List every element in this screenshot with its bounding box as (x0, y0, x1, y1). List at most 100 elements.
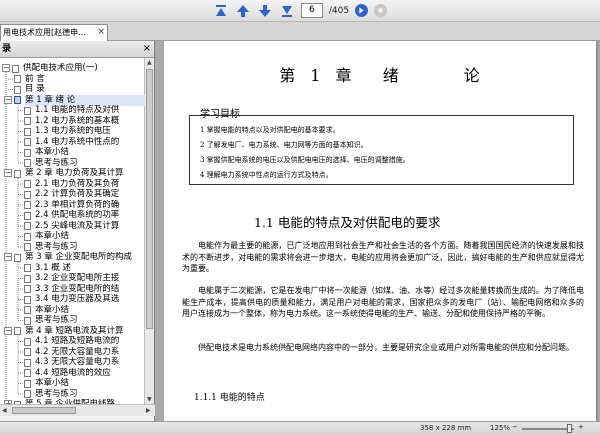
bookmark-icon (24, 180, 31, 188)
last-page-icon[interactable] (279, 3, 295, 19)
document-viewport[interactable]: 第 1 章 绪 论 学习目标 1 掌握电能的特点以及对供配电的基本要求。 2 了… (156, 41, 600, 421)
status-bar: 358 x 228 mm 125% − + (0, 421, 600, 434)
bookmark-item[interactable]: 思考与练习 (35, 315, 145, 326)
bookmark-item[interactable]: 2.2 计算负荷及其确定 (35, 189, 145, 200)
first-page-icon[interactable] (213, 3, 229, 19)
close-tab-icon[interactable]: × (97, 25, 105, 40)
bookmark-item[interactable]: 2.5 尖峰电流及其计算 (35, 221, 145, 232)
bookmark-item[interactable]: 前 言 (25, 74, 145, 85)
document-tab-strip: 用电技术应用[赵德申... × (0, 22, 600, 41)
bookmark-icon (24, 222, 31, 230)
bookmark-item[interactable]: 供配电技术应用(一) (23, 63, 145, 74)
scroll-up-icon[interactable]: ▲ (147, 59, 152, 66)
scroll-right-icon[interactable]: ▶ (146, 407, 151, 414)
bookmark-item[interactable]: 3.3 企业变配电所的结 (35, 284, 145, 295)
scroll-down-icon[interactable]: ▼ (147, 396, 152, 403)
bookmark-item[interactable]: 4.4 短路电流的效应 (35, 368, 145, 379)
bookmark-icon (14, 85, 21, 94)
bookmark-item[interactable]: 3.1 概 述 (35, 263, 145, 274)
horizontal-scrollbar[interactable]: ◀ ▶ (0, 404, 155, 416)
bookmark-icon (24, 106, 31, 115)
bookmark-item[interactable]: 本章小结 (35, 231, 145, 242)
bookmark-item[interactable]: 4.1 短路及短路电流的 (35, 336, 145, 347)
chapter-title: 第 1 章 绪 论 (279, 66, 481, 85)
bookmark-icon (24, 337, 31, 346)
bookmark-icon (24, 306, 31, 314)
tree-expander-icon[interactable]: − (4, 169, 12, 177)
bookmark-icon (24, 117, 31, 125)
bookmark-item[interactable]: 目 录 (25, 84, 145, 95)
go-back-icon[interactable] (374, 4, 388, 17)
bookmark-icon (24, 190, 31, 199)
bookmark-item[interactable]: 本章小结 (35, 305, 145, 316)
bookmark-item[interactable]: 1.4 电力系统中性点的 (35, 137, 145, 148)
bookmark-item[interactable]: 本章小结 (35, 378, 145, 389)
bookmarks-panel-header: 录 × (0, 41, 154, 58)
bookmark-icon (24, 379, 31, 388)
bookmark-icon (24, 358, 31, 367)
bookmark-item[interactable]: 第 1 章 绪 论 (25, 94, 145, 106)
next-page-icon[interactable] (257, 3, 273, 19)
document-page: 第 1 章 绪 论 学习目标 1 掌握电能的特点以及对供配电的基本要求。 2 了… (164, 41, 596, 421)
bookmark-icon (24, 285, 31, 293)
tree-expander-icon[interactable]: − (4, 253, 12, 261)
bookmark-item[interactable]: 思考与练习 (35, 158, 145, 169)
bookmark-icon (24, 390, 31, 398)
bookmark-item[interactable]: 1.1 电能的特点及对供 (35, 105, 145, 116)
document-tab[interactable]: 用电技术应用[赵德申... × (0, 24, 108, 41)
bookmark-icon (24, 148, 31, 157)
scroll-left-icon[interactable]: ◀ (2, 407, 7, 414)
bookmark-icon (24, 138, 31, 146)
learning-objectives-box: 1 掌握电能的特点以及对供配电的基本要求。 2 了解发电厂、电力系统、电力网等方… (189, 115, 574, 185)
body-paragraph: 电能属于二次能源，它是在发电厂中将一次能源（如煤、油、水等）经过多次能量转换而生… (182, 286, 584, 318)
page-total-label: /405 (328, 5, 350, 16)
bookmark-item[interactable]: 第 4 章 短路电流及其计算 (25, 326, 145, 337)
bookmark-icon (24, 159, 31, 167)
objective-item: 2 了解发电厂、电力系统、电力网等方面的基本知识。 (200, 141, 368, 149)
bookmark-icon (24, 316, 31, 325)
section-heading: 1.1 电能的特点及对供配电的要求 (254, 215, 441, 230)
tree-expander-icon[interactable]: − (4, 95, 12, 104)
page-size-readout: 358 x 228 mm (420, 424, 472, 432)
bookmark-icon (24, 369, 31, 377)
bookmarks-panel-title: 录 (2, 44, 12, 54)
bookmarks-panel: 录 × ▲ ▼ − 供配电技术应用(一) 前 言目 录 − 第 1 章 绪 论 1.1 电… (0, 41, 155, 421)
bookmark-item[interactable]: 2.1 电力负荷及其负荷 (35, 179, 145, 190)
bookmark-item[interactable]: 1.2 电力系统的基本概 (35, 116, 145, 127)
zoom-in-icon[interactable]: + (578, 423, 584, 431)
bookmark-item[interactable]: 4.2 无限大容量电力系 (35, 347, 145, 358)
navigation-toolbar: 6 /405 (0, 0, 600, 22)
bookmark-item[interactable]: 1.3 电力系统的电压 (35, 126, 145, 137)
zoom-slider-knob[interactable] (567, 424, 572, 433)
bookmark-item[interactable]: 思考与练习 (35, 242, 145, 253)
previous-page-icon[interactable] (235, 3, 251, 19)
tree-expander-icon[interactable]: − (2, 64, 10, 72)
vertical-scrollbar[interactable]: ▲ ▼ (144, 58, 154, 404)
bookmark-icon (24, 295, 31, 304)
horizontal-scroll-thumb[interactable] (12, 407, 76, 414)
bookmark-icon (24, 127, 31, 136)
go-forward-icon[interactable] (355, 4, 369, 17)
zoom-out-icon[interactable]: − (512, 423, 518, 431)
bookmark-item[interactable]: 2.4 供配电系统的功率 (35, 210, 145, 221)
bookmark-item[interactable]: 2.3 单相计算负荷的确 (35, 200, 145, 211)
tree-expander-icon[interactable]: − (4, 326, 12, 335)
bookmark-icon (24, 232, 31, 241)
bookmark-item[interactable]: 第 2 章 电力负荷及其计算 (25, 168, 145, 179)
bookmark-item[interactable]: 本章小结 (35, 147, 145, 158)
vertical-scroll-thumb[interactable] (146, 69, 153, 329)
bookmark-item[interactable]: 3.4 电力变压器及其选 (35, 294, 145, 305)
bookmark-item[interactable]: 思考与练习 (35, 389, 145, 400)
close-panel-icon[interactable]: × (143, 41, 151, 57)
bookmark-icon (24, 201, 31, 209)
bookmark-item[interactable]: 4.3 无限大容量电力系 (35, 357, 145, 368)
bookmark-icon (24, 211, 31, 220)
page-number-input[interactable]: 6 (300, 3, 323, 18)
bookmark-icon (12, 64, 19, 73)
bookmark-icon (24, 348, 31, 356)
bookmark-tree: ▲ ▼ − 供配电技术应用(一) 前 言目 录 − 第 1 章 绪 论 1.1 电能的特点… (0, 58, 154, 404)
objective-item: 3 掌握供配电系统的电压以及供配电电压的选择、电压的调整措施。 (200, 156, 410, 164)
subsection-heading: 1.1.1 电能的特点 (194, 393, 265, 403)
bookmark-item[interactable]: 3.2 企业变配电所主接 (35, 273, 145, 284)
bookmark-item[interactable]: 第 3 章 企业变配电所的构成 (25, 252, 145, 263)
